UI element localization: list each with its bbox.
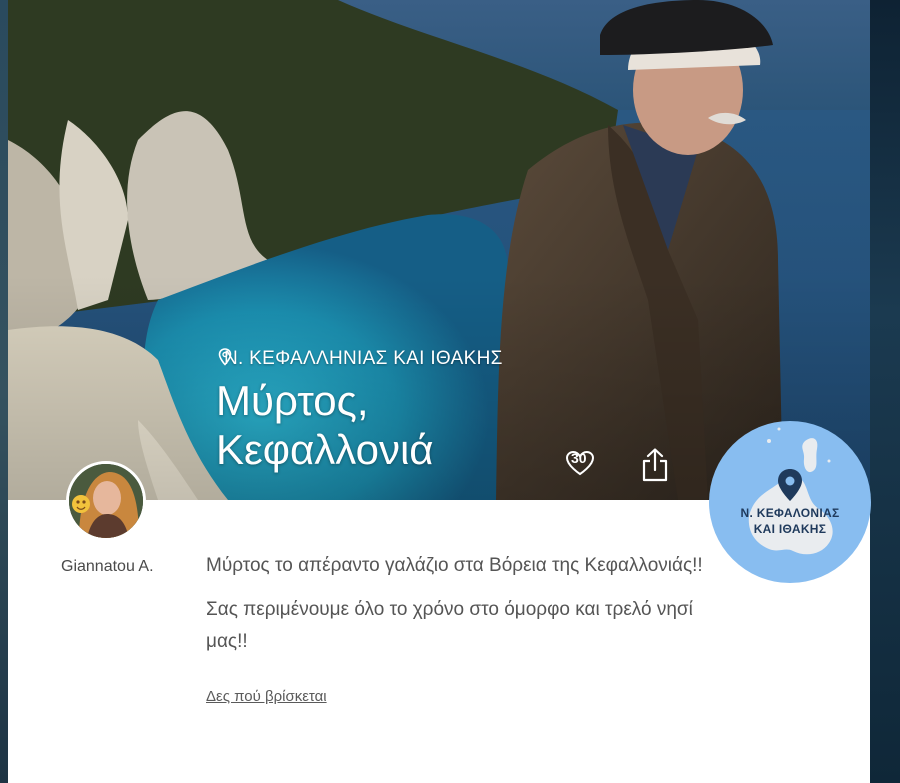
avatar-photo: [69, 464, 143, 538]
story-body: Μύρτος το απέραντο γαλάζιο στα Βόρεια τη…: [206, 550, 706, 670]
body-paragraph-2: Σας περιμένουμε όλο το χρόνο στο όμορφο …: [206, 599, 693, 652]
region-map-badge[interactable]: Ν. ΚΕΦΑΛΟΝΙΑΣ ΚΑΙ ΙΘΑΚΗΣ: [709, 421, 871, 583]
hero-photo: Ν. ΚΕΦΑΛΛΗΝΙΑΣ ΚΑΙ ΙΘΑΚΗΣ Μύρτος, Κεφαλλ…: [8, 0, 870, 500]
page-title: Μύρτος, Κεφαλλονιά: [216, 376, 576, 474]
like-button[interactable]: 30: [565, 450, 595, 476]
map-label-line-2: ΚΑΙ ΙΘΑΚΗΣ: [753, 522, 827, 536]
region-label: Ν. ΚΕΦΑΛΛΗΝΙΑΣ ΚΑΙ ΙΘΑΚΗΣ: [218, 348, 503, 370]
map-region-label: Ν. ΚΕΦΑΛΟΝΙΑΣ ΚΑΙ ΙΘΑΚΗΣ: [709, 505, 871, 537]
body-paragraph-1: Μύρτος το απέραντο γαλάζιο στα Βόρεια τη…: [206, 555, 703, 576]
author-name[interactable]: Giannatou A.: [61, 558, 154, 576]
story-card: Ν. ΚΕΦΑΛΛΗΝΙΑΣ ΚΑΙ ΙΘΑΚΗΣ Μύρτος, Κεφαλλ…: [8, 0, 871, 783]
region-map: [748, 427, 833, 555]
title-line-1: Μύρτος,: [216, 377, 369, 424]
author-avatar[interactable]: [66, 461, 146, 541]
region-text: Ν. ΚΕΦΑΛΛΗΝΙΑΣ ΚΑΙ ΙΘΑΚΗΣ: [224, 348, 503, 369]
title-line-2: Κεφαλλονιά: [216, 426, 434, 473]
see-location-link[interactable]: Δες πού βρίσκεται: [206, 688, 327, 705]
left-edge-strip: [0, 0, 8, 783]
map-label-line-1: Ν. ΚΕΦΑΛΟΝΙΑΣ: [740, 506, 840, 520]
